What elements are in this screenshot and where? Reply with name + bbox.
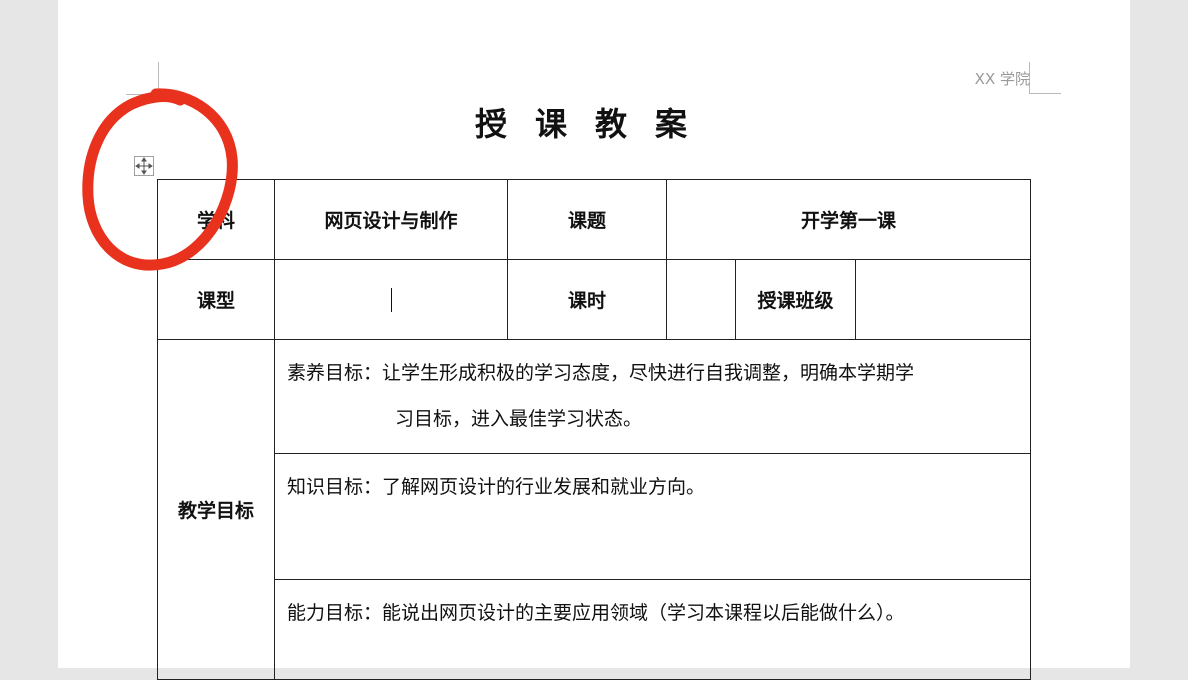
document-title[interactable]: 授课教案 xyxy=(380,104,810,144)
subject-label-cell[interactable]: 学科 xyxy=(157,179,275,260)
literacy-goal-cell[interactable]: 素养目标：让学生形成积极的学习态度，尽快进行自我调整，明确本学期学 习目标，进入… xyxy=(273,339,1032,454)
ability-goal: 能力目标：能说出网页设计的主要应用领域（学习本课程以后能做什么）。 xyxy=(287,602,905,624)
type-label: 课型 xyxy=(196,290,235,312)
header-school-name[interactable]: XX 学院 xyxy=(968,68,1030,90)
table-row: 知识目标：了解网页设计的行业发展和就业方向。 xyxy=(158,453,1032,580)
goals-label: 教学目标 xyxy=(177,500,254,522)
hours-label: 课时 xyxy=(567,290,606,312)
table-move-handle[interactable] xyxy=(134,156,154,176)
literacy-goal-line1: 素养目标：让学生形成积极的学习态度，尽快进行自我调整，明确本学期学 xyxy=(287,362,915,384)
class-label: 授课班级 xyxy=(757,290,834,312)
topic-value-cell[interactable]: 开学第一课 xyxy=(665,179,1032,260)
knowledge-goal: 知识目标：了解网页设计的行业发展和就业方向。 xyxy=(287,476,706,498)
crop-mark-top-left-h xyxy=(126,94,159,95)
subject-value-cell[interactable]: 网页设计与制作 xyxy=(274,179,508,260)
goals-label-cell[interactable]: 教学目标 xyxy=(157,339,275,680)
topic-label: 课题 xyxy=(567,210,606,232)
subject-label: 学科 xyxy=(196,210,235,232)
class-label-cell[interactable]: 授课班级 xyxy=(735,259,856,340)
crop-mark-top-left-v xyxy=(158,62,159,96)
table-row: 能力目标：能说出网页设计的主要应用领域（学习本课程以后能做什么）。 xyxy=(158,579,1032,680)
subject-value: 网页设计与制作 xyxy=(324,210,458,232)
topic-value: 开学第一课 xyxy=(801,210,897,232)
hours-label-cell[interactable]: 课时 xyxy=(507,259,667,340)
move-arrows-icon xyxy=(135,157,153,175)
literacy-goal-line2: 习目标，进入最佳学习状态。 xyxy=(395,408,643,430)
lesson-plan-table: 学科 网页设计与制作 课题 开学第一课 课型 课时 授课班级 教学目标 素养目标… xyxy=(157,179,1032,680)
topic-label-cell[interactable]: 课题 xyxy=(507,179,667,260)
type-label-cell[interactable]: 课型 xyxy=(157,259,275,340)
table-row: 教学目标 素养目标：让学生形成积极的学习态度，尽快进行自我调整，明确本学期学 习… xyxy=(157,339,1032,680)
knowledge-goal-cell[interactable]: 知识目标：了解网页设计的行业发展和就业方向。 xyxy=(273,453,1032,580)
table-row: 课型 课时 授课班级 xyxy=(157,259,1032,340)
crop-mark-top-right-h xyxy=(1029,93,1061,94)
ability-goal-cell[interactable]: 能力目标：能说出网页设计的主要应用领域（学习本课程以后能做什么）。 xyxy=(273,579,1032,680)
type-value-cell[interactable] xyxy=(274,259,508,340)
hours-value-cell[interactable] xyxy=(666,259,736,340)
table-row: 学科 网页设计与制作 课题 开学第一课 xyxy=(157,179,1032,260)
text-cursor xyxy=(390,287,392,312)
class-value-cell[interactable] xyxy=(854,259,1032,340)
